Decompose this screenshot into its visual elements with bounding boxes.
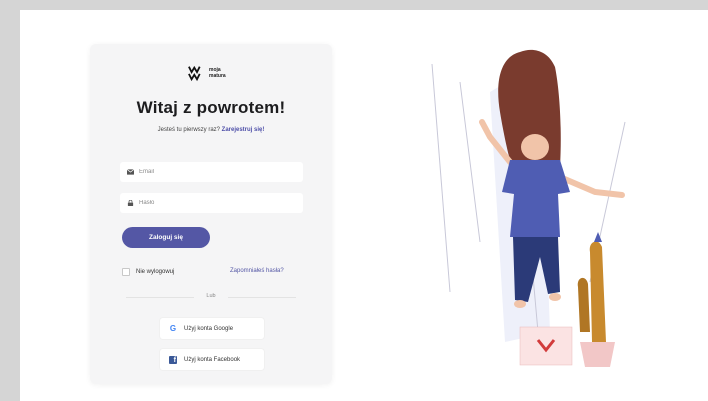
face-shape xyxy=(521,134,549,160)
password-field[interactable] xyxy=(120,193,303,213)
signup-prompt: Jesteś tu pierwszy raz? Zarejestruj się! xyxy=(90,127,332,133)
facebook-icon: f xyxy=(169,355,177,364)
envelope-icon xyxy=(127,169,134,175)
facebook-login-label: Użyj konta Facebook xyxy=(184,356,241,363)
logo-text: moja matura xyxy=(209,67,226,79)
email-field[interactable] xyxy=(120,162,303,182)
google-login-button[interactable]: G Użyj konta Google xyxy=(160,318,264,339)
remember-checkbox[interactable] xyxy=(122,268,130,276)
facebook-login-button[interactable]: f Użyj konta Facebook xyxy=(160,349,264,370)
login-button[interactable]: Zaloguj się xyxy=(122,227,210,248)
logo-mark-icon xyxy=(188,65,201,82)
logo-line-2: matura xyxy=(209,73,226,79)
google-login-label: Użyj konta Google xyxy=(184,325,234,332)
password-input[interactable] xyxy=(139,200,289,206)
page-title: Witaj z powrotem! xyxy=(136,98,286,117)
register-link[interactable]: Zarejestruj się! xyxy=(222,127,265,133)
lock-icon xyxy=(127,200,134,206)
divider-label: Lub xyxy=(206,293,216,299)
logo[interactable]: moja matura xyxy=(188,62,238,84)
envelope-shape xyxy=(519,326,573,366)
cactus-arm-shape xyxy=(577,277,590,332)
forgot-password-link[interactable]: Zapomniałeś hasła? xyxy=(230,268,284,274)
divider-right xyxy=(228,297,296,298)
hero-illustration xyxy=(431,49,626,367)
page-area: moja matura Witaj z powrotem! Jesteś tu … xyxy=(20,10,708,401)
speed-line xyxy=(459,81,481,243)
flower-pot-shape xyxy=(580,342,615,367)
remember-me[interactable]: Nie wylogowuj xyxy=(122,268,174,276)
remember-label: Nie wylogowuj xyxy=(136,269,175,275)
speed-line xyxy=(431,63,451,293)
google-icon: G xyxy=(169,324,177,333)
email-input[interactable] xyxy=(139,169,289,175)
foot-shape xyxy=(514,300,526,308)
login-card: moja matura Witaj z powrotem! Jesteś tu … xyxy=(90,44,332,384)
cactus-shape xyxy=(589,241,606,342)
signup-prompt-text: Jesteś tu pierwszy raz? xyxy=(157,127,220,133)
foot-shape xyxy=(549,293,561,301)
